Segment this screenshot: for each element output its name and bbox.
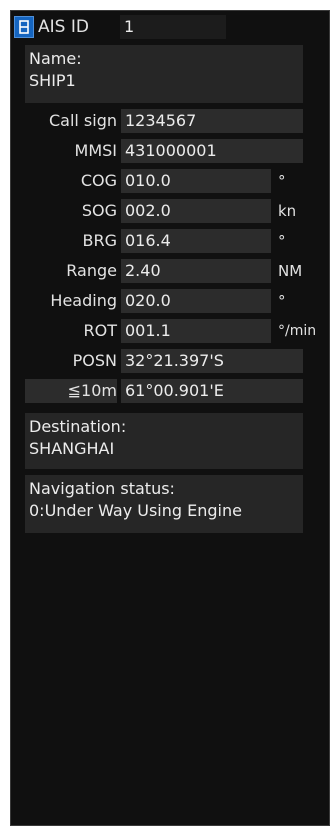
sog-label: SOG <box>81 201 117 220</box>
navigation-status-value: 0:Under Way Using Engine <box>29 501 242 520</box>
brg-label: BRG <box>82 231 118 250</box>
sog-unit: kn <box>278 202 297 220</box>
expand-button[interactable] <box>14 16 34 38</box>
call-sign-value: 1234567 <box>121 109 303 133</box>
heading-label: Heading <box>50 291 117 310</box>
posn-latitude: 32°21.397'S <box>121 349 303 373</box>
heading-value: 020.0 <box>121 289 271 313</box>
name-block: Name: SHIP1 <box>25 45 303 103</box>
expand-icon <box>19 20 29 34</box>
range-unit: NM <box>278 262 303 280</box>
navigation-status-label: Navigation status: <box>29 479 175 498</box>
destination-label: Destination: <box>29 417 127 436</box>
brg-unit: ° <box>278 232 286 250</box>
navigation-status-block: Navigation status: 0:Under Way Using Eng… <box>25 475 303 533</box>
ais-id-value: 1 <box>120 15 226 39</box>
range-label: Range <box>66 261 117 280</box>
accuracy-label: ≦10m <box>25 379 117 403</box>
posn-label: POSN <box>72 351 117 370</box>
range-value: 2.40 <box>121 259 271 283</box>
destination-value: SHANGHAI <box>29 439 115 458</box>
cog-unit: ° <box>278 172 286 190</box>
mmsi-value: 431000001 <box>121 139 303 163</box>
posn-longitude: 61°00.901'E <box>121 379 303 403</box>
rot-label: ROT <box>83 321 117 340</box>
call-sign-label: Call sign <box>48 111 117 130</box>
name-label: Name: <box>29 49 82 68</box>
destination-block: Destination: SHANGHAI <box>25 413 303 469</box>
sog-value: 002.0 <box>121 199 271 223</box>
brg-value: 016.4 <box>121 229 271 253</box>
cog-label: COG <box>80 171 117 190</box>
ais-id-label: AIS ID <box>38 17 89 37</box>
rot-unit: °/min <box>278 323 317 339</box>
name-value: SHIP1 <box>29 71 76 90</box>
rot-value: 001.1 <box>121 319 271 343</box>
heading-unit: ° <box>278 292 286 310</box>
cog-value: 010.0 <box>121 169 271 193</box>
mmsi-label: MMSI <box>74 141 117 160</box>
